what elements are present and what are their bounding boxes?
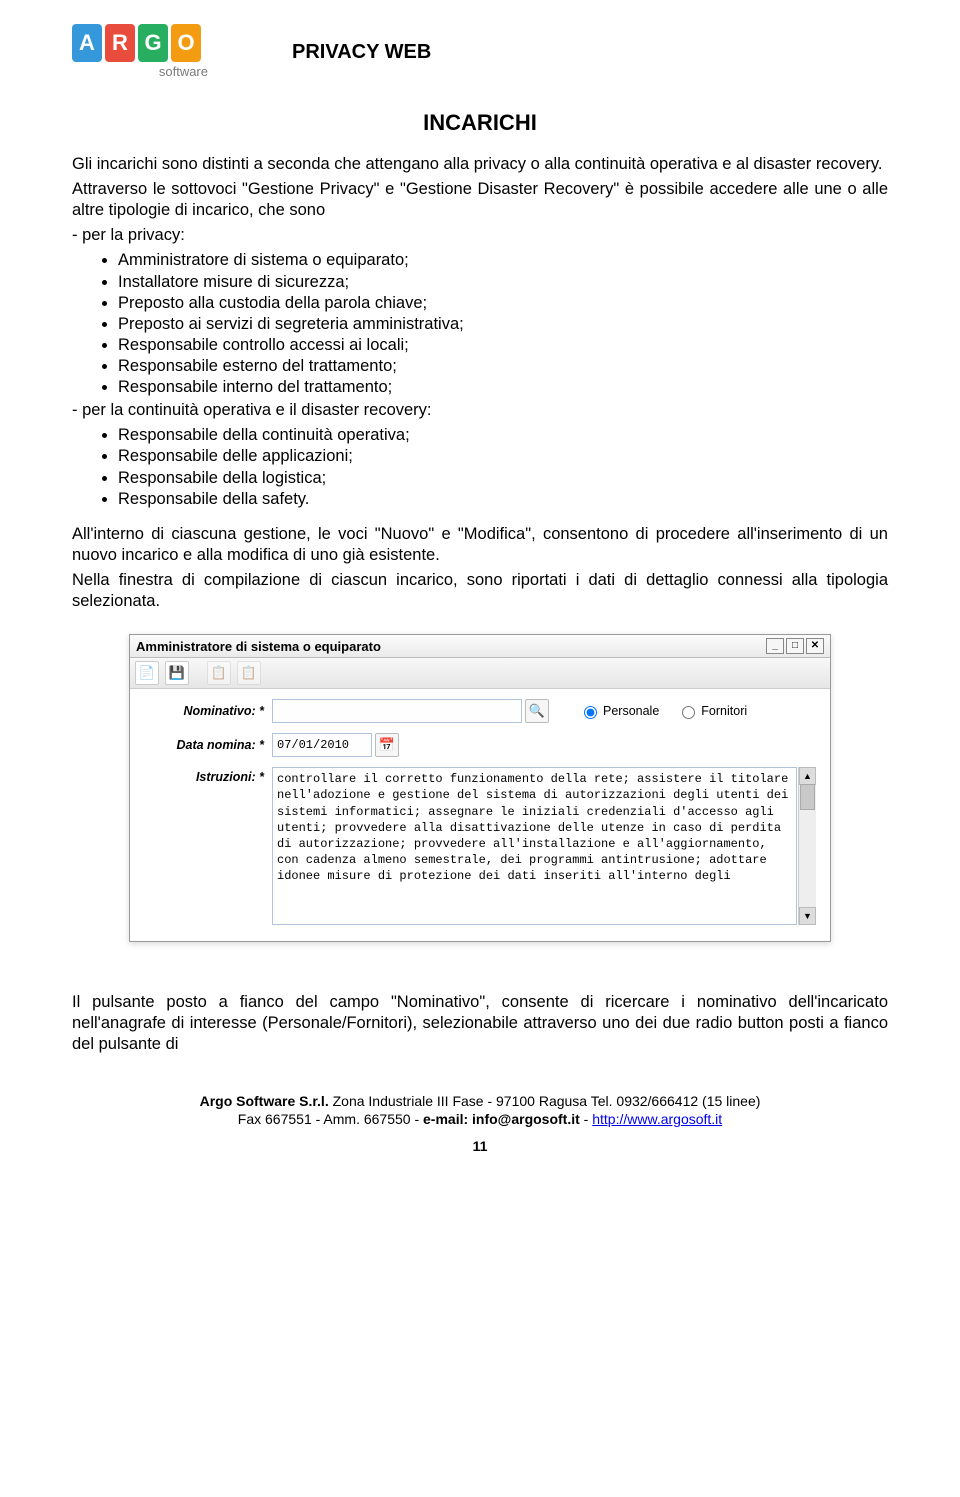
calendar-icon[interactable]: 📅 <box>375 733 399 757</box>
radio-fornitori[interactable]: Fornitori <box>677 703 747 719</box>
logo-letter-a: A <box>72 24 102 62</box>
logo-subtitle: software <box>72 64 212 79</box>
dialog-title: Amministratore di sistema o equiparato <box>136 639 381 654</box>
page-header: A R G O software PRIVACY WEB <box>72 24 888 80</box>
list-item: Responsabile esterno del trattamento; <box>118 356 888 377</box>
paragraph-nominativo-help: Il pulsante posto a fianco del campo "No… <box>72 992 888 1055</box>
scroll-up-icon[interactable]: ▲ <box>799 767 816 785</box>
dr-list: Responsabile della continuità operativa;… <box>100 425 888 509</box>
footer-company: Argo Software S.r.l. <box>200 1093 329 1109</box>
argo-logo: A R G O software <box>72 24 212 80</box>
paragraph-nuovo-modifica: All'interno di ciascuna gestione, le voc… <box>72 524 888 566</box>
footer-fax: Fax 667551 - Amm. 667550 - <box>238 1111 423 1127</box>
section-title: INCARICHI <box>72 110 888 136</box>
footer-email: e-mail: info@argosoft.it <box>423 1111 580 1127</box>
list-item: Responsabile della safety. <box>118 489 888 510</box>
list-item: Preposto ai servizi di segreteria ammini… <box>118 314 888 335</box>
radio-fornitori-label: Fornitori <box>701 704 747 718</box>
radio-personale-label: Personale <box>603 704 659 718</box>
radio-personale[interactable]: Personale <box>579 703 659 719</box>
list-item: Responsabile della continuità operativa; <box>118 425 888 446</box>
list-item: Preposto alla custodia della parola chia… <box>118 293 888 314</box>
footer-link[interactable]: http://www.argosoft.it <box>592 1111 722 1127</box>
maximize-button[interactable]: □ <box>786 638 804 654</box>
scroll-thumb[interactable] <box>800 784 815 810</box>
toolbar-save-button[interactable]: 💾 <box>165 661 189 685</box>
logo-letter-g: G <box>138 24 168 62</box>
list-item: Responsabile della logistica; <box>118 468 888 489</box>
privacy-list: Amministratore di sistema o equiparato; … <box>100 250 888 398</box>
label-data-nomina: Data nomina: * <box>176 738 264 752</box>
scroll-down-icon[interactable]: ▼ <box>799 907 816 925</box>
list-item: Installatore misure di sicurezza; <box>118 272 888 293</box>
dialog-toolbar: 📄 💾 📋 📋 <box>130 658 830 689</box>
list-item: Amministratore di sistema o equiparato; <box>118 250 888 271</box>
paragraph-intro: Gli incarichi sono distinti a seconda ch… <box>72 154 888 175</box>
istruzioni-textarea[interactable]: controllare il corretto funzionamento de… <box>272 767 797 925</box>
toolbar-new-button[interactable]: 📄 <box>135 661 159 685</box>
list-item: Responsabile delle applicazioni; <box>118 446 888 467</box>
subhead-dr: - per la continuità operativa e il disas… <box>72 400 888 421</box>
footer-sep: - <box>580 1111 592 1127</box>
data-nomina-input[interactable] <box>272 733 372 757</box>
minimize-button[interactable]: _ <box>766 638 784 654</box>
paragraph-intro2: Attraverso le sottovoci "Gestione Privac… <box>72 179 888 221</box>
paragraph-dettaglio: Nella finestra di compilazione di ciascu… <box>72 570 888 612</box>
list-item: Responsabile controllo accessi ai locali… <box>118 335 888 356</box>
toolbar-button-4[interactable]: 📋 <box>237 661 261 685</box>
nominativo-input[interactable] <box>272 699 522 723</box>
label-istruzioni: Istruzioni: * <box>144 767 272 784</box>
logo-letter-o: O <box>171 24 201 62</box>
page-number: 11 <box>72 1138 888 1154</box>
dialog-incarico: Amministratore di sistema o equiparato _… <box>129 634 831 942</box>
footer-address: Zona Industriale III Fase - 97100 Ragusa… <box>329 1093 761 1109</box>
search-icon[interactable]: 🔍 <box>525 699 549 723</box>
label-nominativo: Nominativo: * <box>183 704 264 718</box>
dialog-form: Nominativo: * 🔍 Personale Fornitori Data… <box>130 689 830 941</box>
dialog-titlebar: Amministratore di sistema o equiparato _… <box>130 635 830 658</box>
document-title: PRIVACY WEB <box>292 41 888 64</box>
page-footer: Argo Software S.r.l. Zona Industriale II… <box>72 1092 888 1128</box>
list-item: Responsabile interno del trattamento; <box>118 377 888 398</box>
subhead-privacy: - per la privacy: <box>72 225 888 246</box>
scrollbar[interactable]: ▲ ▼ <box>798 767 816 925</box>
close-button[interactable]: ✕ <box>806 638 824 654</box>
logo-letter-r: R <box>105 24 135 62</box>
toolbar-button-3[interactable]: 📋 <box>207 661 231 685</box>
